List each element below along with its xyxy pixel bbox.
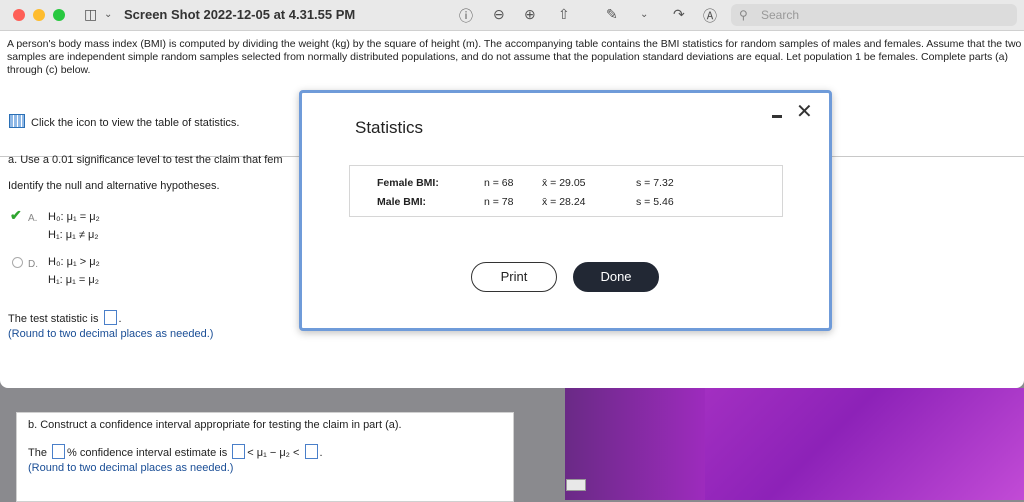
share-icon[interactable]: ⇧ <box>558 6 570 23</box>
desktop-wallpaper-shade <box>565 388 705 500</box>
close-window-button[interactable] <box>13 9 25 21</box>
row-n: n = 78 <box>484 196 514 208</box>
option-a-h1: H₁: μ₁ ≠ μ₂ <box>48 229 99 241</box>
round-note-a: (Round to two decimal places as needed.) <box>8 328 214 340</box>
zoom-in-icon[interactable]: ⊕ <box>524 6 536 23</box>
table-icon[interactable] <box>9 114 25 128</box>
option-d[interactable]: D. <box>12 257 38 270</box>
title-bar: ◫ ⌄ Screen Shot 2022-12-05 at 4.31.55 PM… <box>0 0 1024 31</box>
row-label: Female BMI: <box>377 177 439 189</box>
view-table-text: Click the icon to view the table of stat… <box>31 117 240 129</box>
info-icon[interactable]: ⓘ <box>459 6 473 26</box>
ci-the: The <box>28 447 47 459</box>
zoom-out-icon[interactable]: ⊖ <box>493 6 505 23</box>
done-button[interactable]: Done <box>573 262 659 292</box>
annotate-icon[interactable]: Ⓐ <box>703 6 717 26</box>
round-note-b: (Round to two decimal places as needed.) <box>28 462 234 474</box>
part-b-prompt: b. Construct a confidence interval appro… <box>28 419 402 431</box>
test-statistic-row: The test statistic is . <box>8 310 122 325</box>
preview-window: ◫ ⌄ Screen Shot 2022-12-05 at 4.31.55 PM… <box>0 0 1024 388</box>
option-a-label[interactable]: A. <box>28 213 37 224</box>
ci-text: % confidence interval estimate is <box>67 447 228 459</box>
search-field[interactable]: ⚲ Search <box>731 4 1017 26</box>
statistics-dialog: Statistics ✕ Female BMI: n = 68 x̄ = 29.… <box>299 90 832 331</box>
row-n: n = 68 <box>484 177 514 189</box>
chevron-down-icon[interactable]: ⌄ <box>104 9 112 20</box>
option-a-h0: H₀: μ₁ = μ₂ <box>48 211 100 223</box>
row-label: Male BMI: <box>377 196 427 208</box>
chevron-down-icon[interactable]: ⌄ <box>640 9 648 20</box>
option-d-label: D. <box>28 259 38 270</box>
row-mean: x̄ = 29.05 <box>542 177 586 189</box>
row-sd: s = 5.46 <box>636 196 674 208</box>
lower-bound-input[interactable] <box>232 444 246 459</box>
checkmark-icon: ✔ <box>10 207 22 223</box>
identify-hypotheses: Identify the null and alternative hypoth… <box>8 180 220 192</box>
upper-bound-input[interactable] <box>304 444 318 459</box>
minimize-window-button[interactable] <box>33 9 45 21</box>
search-icon: ⚲ <box>739 8 748 22</box>
close-dialog-icon[interactable]: ✕ <box>796 102 813 122</box>
option-d-h1: H₁: μ₁ = μ₂ <box>48 274 99 286</box>
dialog-title: Statistics <box>355 118 424 137</box>
minimize-dialog-icon[interactable] <box>772 115 782 118</box>
test-statistic-label: The test statistic is <box>8 313 99 325</box>
search-placeholder: Search <box>761 8 800 22</box>
part-a-prompt: a. Use a 0.01 significance level to test… <box>8 154 283 166</box>
ci-middle: < μ₁ − μ₂ < <box>247 447 300 459</box>
test-statistic-input[interactable] <box>103 310 117 325</box>
window-title: Screen Shot 2022-12-05 at 4.31.55 PM <box>124 7 356 22</box>
part-b-panel: b. Construct a confidence interval appro… <box>16 412 514 502</box>
row-sd: s = 7.32 <box>636 177 674 189</box>
statistics-table: Female BMI: n = 68 x̄ = 29.05 s = 7.32 M… <box>349 165 783 217</box>
row-mean: x̄ = 28.24 <box>542 196 586 208</box>
screenshot-thumbnail[interactable] <box>566 479 586 491</box>
markup-icon[interactable]: ✎ <box>606 6 618 23</box>
confidence-interval-row: The % confidence interval estimate is < … <box>28 444 323 459</box>
sidebar-icon[interactable]: ◫ <box>84 6 97 23</box>
confidence-level-input[interactable] <box>52 444 66 459</box>
print-button[interactable]: Print <box>471 262 557 292</box>
problem-intro: A person's body mass index (BMI) is comp… <box>7 38 1022 76</box>
zoom-window-button[interactable] <box>53 9 65 21</box>
option-d-radio[interactable] <box>12 257 23 268</box>
rotate-icon[interactable]: ↷ <box>673 6 685 23</box>
option-d-h0: H₀: μ₁ > μ₂ <box>48 256 100 268</box>
view-table-link[interactable]: Click the icon to view the table of stat… <box>9 114 239 129</box>
